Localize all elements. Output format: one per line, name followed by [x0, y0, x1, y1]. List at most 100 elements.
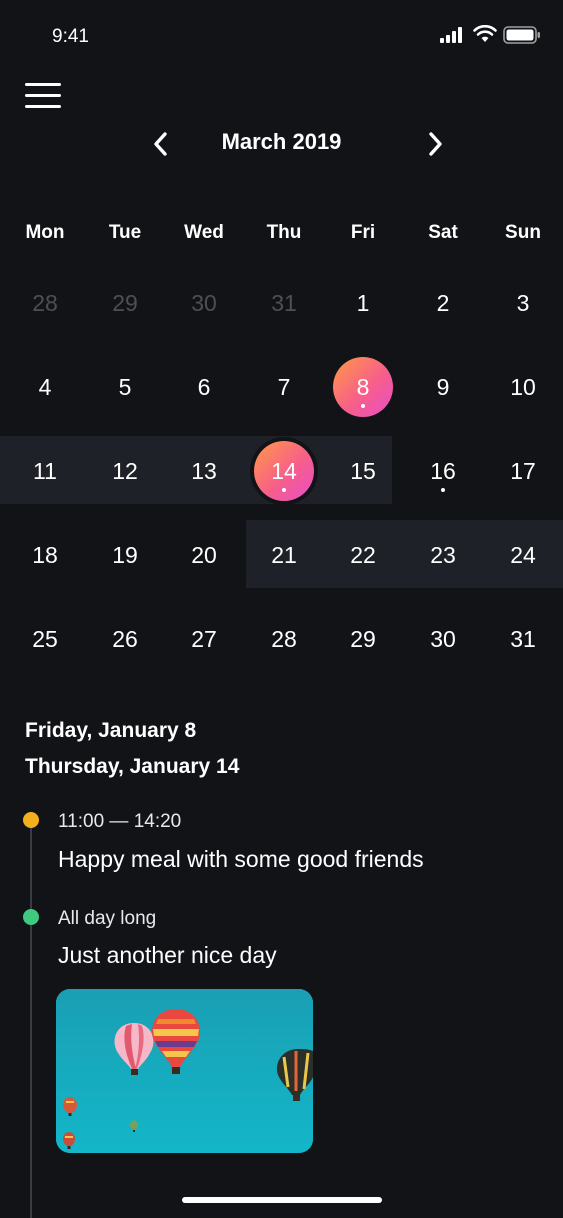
event-indicator-dot: [282, 488, 286, 492]
month-navigation: March 2019: [0, 124, 563, 164]
event-dot: [23, 812, 39, 828]
calendar-day-number: 29: [350, 626, 376, 652]
status-bar: 9:41: [0, 0, 563, 70]
status-time: 9:41: [52, 26, 89, 47]
calendar-day[interactable]: 31: [488, 604, 558, 674]
agenda-date-heading: Friday, January 8: [25, 719, 197, 742]
calendar-day[interactable]: 24: [488, 520, 558, 590]
calendar-day[interactable]: 11: [10, 436, 80, 506]
calendar-day[interactable]: 27: [169, 604, 239, 674]
calendar-day[interactable]: 31: [249, 268, 319, 338]
event-title[interactable]: Happy meal with some good friends: [58, 846, 424, 873]
calendar-day[interactable]: 29: [328, 604, 398, 674]
weekday-label: Sun: [505, 222, 541, 243]
calendar-day-number: 21: [271, 542, 297, 568]
calendar-day[interactable]: 29: [90, 268, 160, 338]
calendar-day[interactable]: 4: [10, 352, 80, 422]
calendar-day[interactable]: 20: [169, 520, 239, 590]
weekday-label: Tue: [108, 222, 142, 243]
cellular-signal-icon: [440, 27, 462, 43]
calendar-day-number: 6: [197, 374, 211, 400]
event-title[interactable]: Just another nice day: [58, 942, 277, 969]
calendar-day-number: 5: [118, 374, 132, 400]
calendar-day-number: 1: [356, 290, 370, 316]
weekday-label: Wed: [184, 222, 224, 243]
calendar-day-number: 7: [277, 374, 291, 400]
calendar-day-selected[interactable]: 14: [249, 436, 319, 506]
calendar-day-number: 18: [32, 542, 58, 568]
calendar-day-number: 29: [112, 290, 138, 316]
calendar-day[interactable]: 23: [408, 520, 478, 590]
wifi-icon: [473, 25, 497, 42]
calendar-day-number: 10: [510, 374, 536, 400]
calendar-day-number: 22: [350, 542, 376, 568]
calendar-day-number: 28: [32, 290, 58, 316]
calendar-day-number: 31: [510, 626, 536, 652]
weekday-label: Fri: [350, 222, 376, 243]
calendar-day[interactable]: 19: [90, 520, 160, 590]
calendar-day[interactable]: 17: [488, 436, 558, 506]
event-time: All day long: [58, 908, 157, 929]
calendar-day[interactable]: 5: [90, 352, 160, 422]
calendar-day-number: 15: [350, 458, 376, 484]
calendar-day-number: 2: [436, 290, 450, 316]
calendar-day[interactable]: 9: [408, 352, 478, 422]
calendar-day[interactable]: 21: [249, 520, 319, 590]
calendar-day[interactable]: 25: [10, 604, 80, 674]
calendar-day[interactable]: 15: [328, 436, 398, 506]
calendar-day[interactable]: 2: [408, 268, 478, 338]
event-indicator-dot: [441, 488, 445, 492]
calendar-day[interactable]: 7: [249, 352, 319, 422]
calendar-day-selected[interactable]: 8: [328, 352, 398, 422]
calendar-day-number: 30: [191, 290, 217, 316]
agenda-date-heading: Thursday, January 14: [25, 755, 240, 778]
calendar-day-number: 20: [191, 542, 217, 568]
calendar-day[interactable]: 1: [328, 268, 398, 338]
calendar-day[interactable]: 3: [488, 268, 558, 338]
calendar-day-number: 3: [516, 290, 530, 316]
calendar-day[interactable]: 30: [408, 604, 478, 674]
calendar-day-number: 27: [191, 626, 217, 652]
calendar-day[interactable]: 13: [169, 436, 239, 506]
weekday-label: Mon: [25, 222, 65, 243]
event-indicator-dot: [361, 404, 365, 408]
calendar-day-number: 26: [112, 626, 138, 652]
calendar-day-number: 11: [33, 458, 57, 484]
calendar-day-number: 8: [356, 374, 370, 400]
calendar-day-number: 13: [191, 458, 217, 484]
calendar-day-number: 19: [112, 542, 138, 568]
chevron-right-icon[interactable]: [424, 130, 448, 158]
calendar-day[interactable]: 30: [169, 268, 239, 338]
calendar-day[interactable]: 18: [10, 520, 80, 590]
calendar-day[interactable]: 10: [488, 352, 558, 422]
month-title: March 2019: [221, 129, 342, 154]
timeline-line: [30, 820, 32, 1218]
calendar-day-number: 14: [271, 458, 297, 484]
event-dot: [23, 909, 39, 925]
calendar-day-number: 31: [271, 290, 297, 316]
event-photo[interactable]: [56, 989, 313, 1153]
calendar-day-number: 25: [32, 626, 58, 652]
calendar-day-number: 9: [436, 374, 450, 400]
calendar-day-number: 4: [38, 374, 52, 400]
home-indicator[interactable]: [182, 1197, 382, 1203]
calendar-day-number: 23: [430, 542, 456, 568]
calendar-day[interactable]: 6: [169, 352, 239, 422]
menu-icon[interactable]: [25, 83, 61, 109]
calendar-day-number: 16: [430, 458, 456, 484]
event-time: 11:00 — 14:20: [58, 811, 182, 832]
weekday-label: Sat: [428, 222, 458, 243]
calendar-day-number: 30: [430, 626, 456, 652]
calendar-day-number: 12: [112, 458, 138, 484]
calendar-day[interactable]: 16: [408, 436, 478, 506]
hot-air-balloons-image: [56, 989, 313, 1153]
calendar-day[interactable]: 12: [90, 436, 160, 506]
calendar-day[interactable]: 22: [328, 520, 398, 590]
calendar-day[interactable]: 28: [10, 268, 80, 338]
weekday-label: Thu: [266, 222, 302, 243]
calendar-day-number: 24: [510, 542, 536, 568]
calendar-day[interactable]: 26: [90, 604, 160, 674]
calendar-day[interactable]: 28: [249, 604, 319, 674]
calendar-day-number: 17: [510, 458, 536, 484]
battery-icon: [503, 26, 540, 44]
